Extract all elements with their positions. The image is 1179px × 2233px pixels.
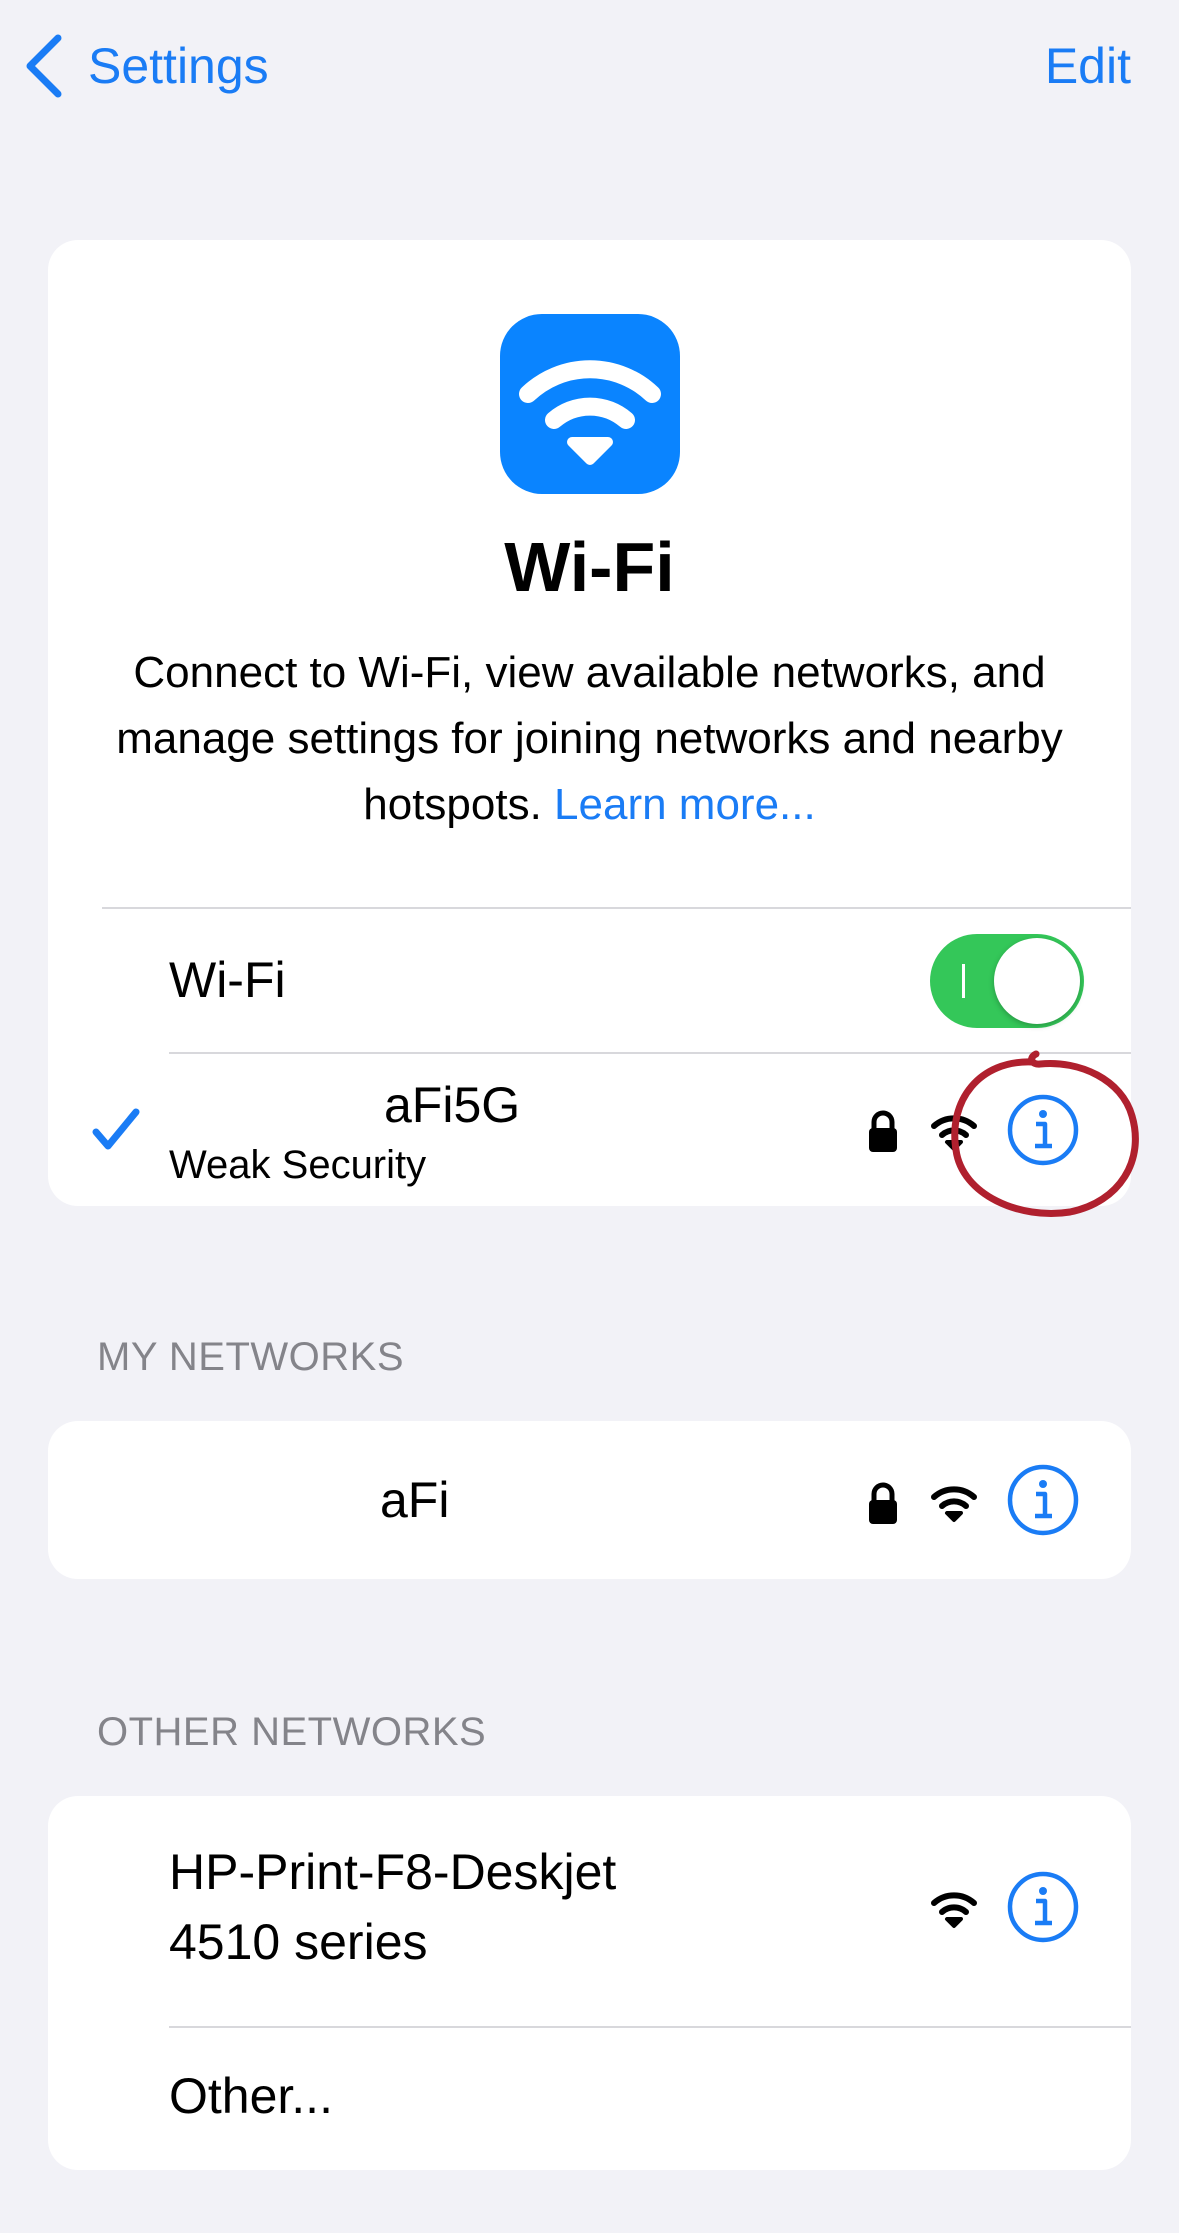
other-networks-header: OTHER NETWORKS (97, 1710, 487, 1754)
wifi-toggle-label: Wi-Fi (169, 952, 286, 1008)
edit-button[interactable]: Edit (1045, 30, 1131, 102)
page-title: Wi-Fi (504, 528, 675, 606)
info-icon[interactable] (1006, 1093, 1080, 1167)
info-icon[interactable] (1006, 1870, 1080, 1944)
lock-icon (869, 1482, 897, 1524)
chevron-left-icon (26, 34, 62, 98)
wifi-signal-icon (931, 1486, 977, 1522)
toggle-on-indicator (962, 964, 965, 998)
lock-icon (869, 1110, 897, 1152)
wifi-icon (519, 360, 661, 465)
wifi-app-icon (500, 314, 680, 494)
network-name-line2: 4510 series (169, 1914, 428, 1970)
other-networks-card: HP-Print-F8-Deskjet 4510 series Other... (48, 1796, 1131, 2170)
back-button[interactable]: Settings (24, 30, 269, 102)
current-network-name: aFi5G (384, 1077, 521, 1133)
checkmark-icon (92, 1108, 140, 1150)
other-network-label: Other... (169, 2068, 333, 2124)
divider (169, 1052, 1131, 1054)
wifi-signal-icon (931, 1892, 977, 1928)
page-description: Connect to Wi-Fi, view available network… (88, 640, 1091, 838)
wifi-toggle[interactable] (930, 934, 1084, 1028)
network-name-line1: HP-Print-F8-Deskjet (169, 1844, 617, 1900)
network-name: aFi (380, 1472, 450, 1528)
divider (169, 2026, 1131, 2028)
learn-more-link[interactable]: Learn more... (554, 780, 816, 829)
wifi-signal-icon (931, 1115, 977, 1151)
my-networks-card: aFi (48, 1421, 1131, 1579)
toggle-knob (994, 938, 1080, 1024)
my-networks-header: MY NETWORKS (97, 1335, 405, 1379)
security-warning: Weak Security (169, 1143, 427, 1187)
back-button-label: Settings (88, 38, 269, 94)
wifi-main-card: Wi-Fi Connect to Wi-Fi, view available n… (48, 240, 1131, 1206)
divider (102, 907, 1131, 909)
info-icon[interactable] (1006, 1463, 1080, 1537)
